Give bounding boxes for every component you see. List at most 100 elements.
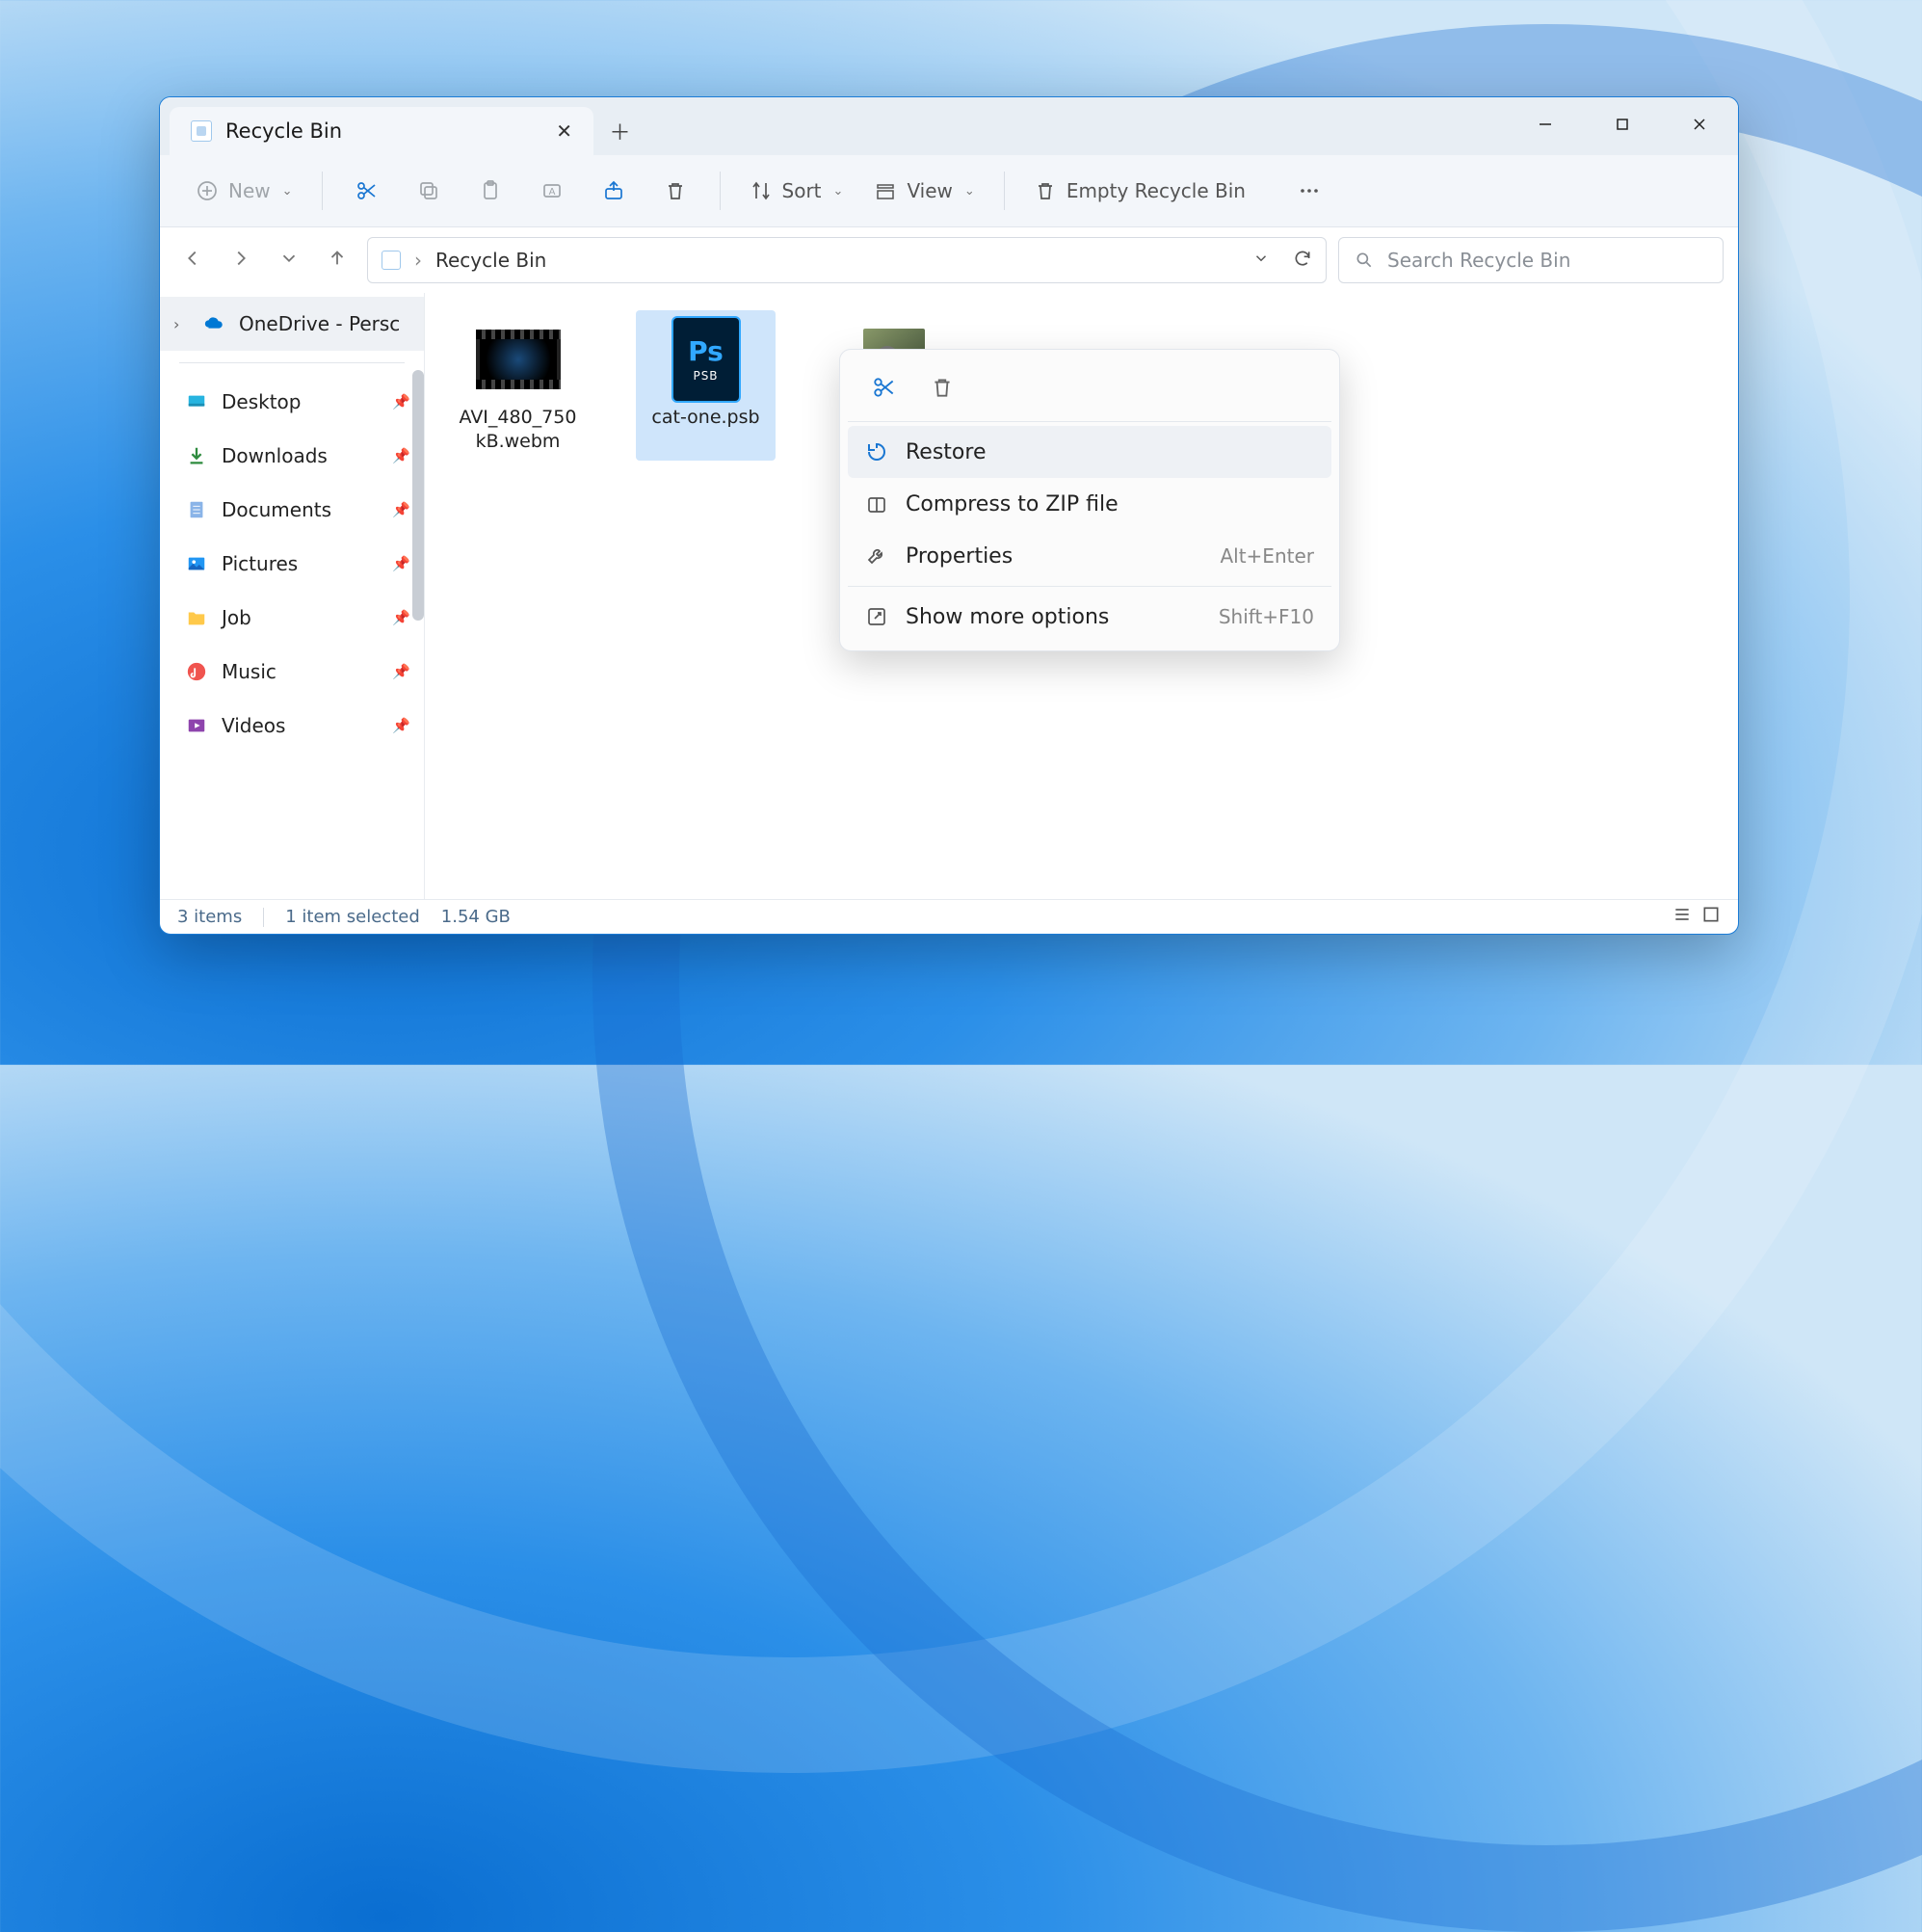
pin-icon: 📌	[392, 609, 410, 626]
wrench-icon	[865, 544, 888, 568]
download-icon	[185, 444, 208, 467]
copy-icon	[417, 179, 440, 202]
tab-recycle-bin[interactable]: Recycle Bin ✕	[170, 107, 593, 155]
sidebar-item-desktop[interactable]: Desktop 📌	[160, 375, 424, 429]
toolbar: New ⌄ A Sort ⌄ View ⌄	[160, 155, 1738, 227]
videos-icon	[185, 714, 208, 737]
context-delete-button[interactable]	[917, 365, 967, 410]
sidebar-item-pictures[interactable]: Pictures 📌	[160, 537, 424, 591]
file-view[interactable]: AVI_480_750kB.webm PsPSB cat-one.psb	[425, 293, 1738, 899]
music-icon	[185, 660, 208, 683]
pin-icon: 📌	[392, 555, 410, 572]
pictures-icon	[185, 552, 208, 575]
context-menu: Restore Compress to ZIP file Properties …	[839, 349, 1340, 651]
video-thumbnail	[476, 330, 561, 389]
sidebar-scrollbar[interactable]	[412, 370, 424, 621]
explorer-body: › OneDrive - Persc Desktop 📌 Downloads 📌…	[160, 293, 1738, 899]
restore-icon	[865, 440, 888, 463]
file-item-psb[interactable]: PsPSB cat-one.psb	[636, 310, 776, 461]
search-input[interactable]: Search Recycle Bin	[1338, 237, 1724, 283]
search-placeholder: Search Recycle Bin	[1387, 249, 1570, 272]
recycle-bin-icon	[382, 251, 401, 270]
recent-locations-button[interactable]	[278, 248, 300, 273]
ellipsis-icon	[1298, 179, 1321, 202]
file-explorer-window: Recycle Bin ✕ ＋ New ⌄	[159, 96, 1739, 935]
pin-icon: 📌	[392, 393, 410, 410]
minimize-button[interactable]	[1507, 97, 1584, 150]
titlebar: Recycle Bin ✕ ＋	[160, 97, 1738, 155]
sidebar-item-onedrive[interactable]: › OneDrive - Persc	[160, 297, 424, 351]
status-item-count: 3 items	[177, 907, 242, 927]
toolbar-separator	[322, 172, 323, 210]
trash-icon	[664, 179, 687, 202]
trash-icon	[930, 375, 955, 400]
pin-icon: 📌	[392, 447, 410, 464]
view-icon	[874, 179, 897, 202]
menu-separator	[848, 421, 1331, 422]
status-selection: 1 item selected	[285, 907, 420, 927]
breadcrumb-location[interactable]: Recycle Bin	[435, 249, 546, 272]
empty-recycle-bin-button[interactable]: Empty Recycle Bin	[1022, 169, 1257, 213]
paste-button[interactable]	[463, 169, 517, 213]
rename-icon: A	[540, 179, 564, 202]
expand-icon	[865, 605, 888, 628]
scissors-icon	[355, 179, 379, 202]
sidebar-item-videos[interactable]: Videos 📌	[160, 699, 424, 753]
folder-icon	[185, 606, 208, 629]
cut-button[interactable]	[340, 169, 394, 213]
chevron-down-icon: ⌄	[282, 184, 293, 198]
sidebar-item-job[interactable]: Job 📌	[160, 591, 424, 645]
details-view-toggle[interactable]	[1672, 905, 1692, 929]
pin-icon: 📌	[392, 717, 410, 734]
maximize-button[interactable]	[1584, 97, 1661, 150]
close-window-button[interactable]	[1661, 97, 1738, 150]
chevron-right-icon: ›	[173, 315, 189, 333]
status-bar: 3 items 1 item selected 1.54 GB	[160, 899, 1738, 934]
scissors-icon	[872, 375, 897, 400]
forward-button[interactable]	[230, 248, 251, 273]
desktop-icon	[185, 390, 208, 413]
recycle-bin-icon	[191, 120, 212, 142]
zip-icon	[865, 492, 888, 516]
sidebar-divider	[179, 362, 405, 363]
address-bar[interactable]: › Recycle Bin	[367, 237, 1327, 283]
more-button[interactable]	[1282, 169, 1336, 213]
thumbnails-view-toggle[interactable]	[1701, 905, 1721, 929]
delete-button[interactable]	[648, 169, 702, 213]
file-item-video[interactable]: AVI_480_750kB.webm	[448, 310, 588, 461]
context-show-more[interactable]: Show more options Shift+F10	[848, 591, 1331, 643]
refresh-button[interactable]	[1293, 249, 1312, 273]
sidebar-item-music[interactable]: Music 📌	[160, 645, 424, 699]
new-button[interactable]: New ⌄	[184, 169, 304, 213]
copy-button[interactable]	[402, 169, 456, 213]
context-properties[interactable]: Properties Alt+Enter	[848, 530, 1331, 582]
view-button[interactable]: View ⌄	[862, 169, 986, 213]
breadcrumb-separator: ›	[414, 249, 422, 272]
search-icon	[1355, 251, 1374, 270]
toolbar-separator	[1004, 172, 1005, 210]
cloud-icon	[202, 312, 225, 335]
navigation-row: › Recycle Bin Search Recycle Bin	[160, 227, 1738, 293]
chevron-down-icon: ⌄	[833, 184, 844, 198]
context-cut-button[interactable]	[859, 365, 909, 410]
rename-button[interactable]: A	[525, 169, 579, 213]
context-compress[interactable]: Compress to ZIP file	[848, 478, 1331, 530]
up-button[interactable]	[327, 248, 348, 273]
address-dropdown[interactable]	[1252, 249, 1270, 273]
context-restore[interactable]: Restore	[848, 426, 1331, 478]
new-tab-button[interactable]: ＋	[593, 107, 646, 155]
sidebar-item-downloads[interactable]: Downloads 📌	[160, 429, 424, 483]
svg-text:A: A	[548, 187, 555, 198]
sort-button[interactable]: Sort ⌄	[738, 169, 856, 213]
menu-separator	[848, 586, 1331, 587]
share-button[interactable]	[587, 169, 641, 213]
sidebar-item-documents[interactable]: Documents 📌	[160, 483, 424, 537]
navigation-pane: › OneDrive - Persc Desktop 📌 Downloads 📌…	[160, 293, 425, 899]
share-icon	[602, 179, 625, 202]
back-button[interactable]	[182, 248, 203, 273]
pin-icon: 📌	[392, 663, 410, 680]
clipboard-icon	[479, 179, 502, 202]
chevron-down-icon: ⌄	[964, 184, 975, 198]
close-tab-button[interactable]: ✕	[556, 119, 572, 143]
documents-icon	[185, 498, 208, 521]
